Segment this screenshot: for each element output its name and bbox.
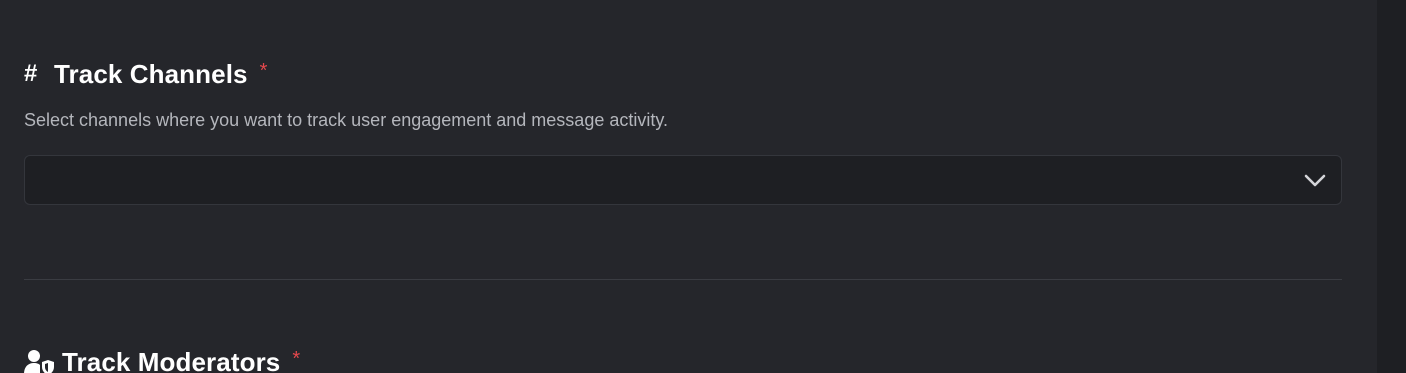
hash-icon: # <box>24 60 38 87</box>
track-channels-title: Track Channels <box>54 58 248 89</box>
track-moderators-heading: Track Moderators * <box>24 346 1342 373</box>
chevron-down-icon[interactable] <box>1303 173 1327 189</box>
track-moderators-section: Track Moderators * <box>24 346 1342 373</box>
channels-select[interactable] <box>24 155 1342 205</box>
user-shield-icon <box>24 350 54 373</box>
track-moderators-title: Track Moderators <box>62 346 281 373</box>
scrollbar-track[interactable] <box>1377 0 1406 373</box>
required-indicator: * <box>259 59 268 82</box>
track-channels-section: # Track Channels * Select channels where… <box>24 58 1342 205</box>
required-indicator: * <box>292 347 301 370</box>
settings-page: # Track Channels * Select channels where… <box>0 0 1406 373</box>
section-divider <box>24 279 1342 280</box>
track-channels-heading: # Track Channels * <box>24 58 1342 90</box>
track-channels-description: Select channels where you want to track … <box>24 110 669 130</box>
